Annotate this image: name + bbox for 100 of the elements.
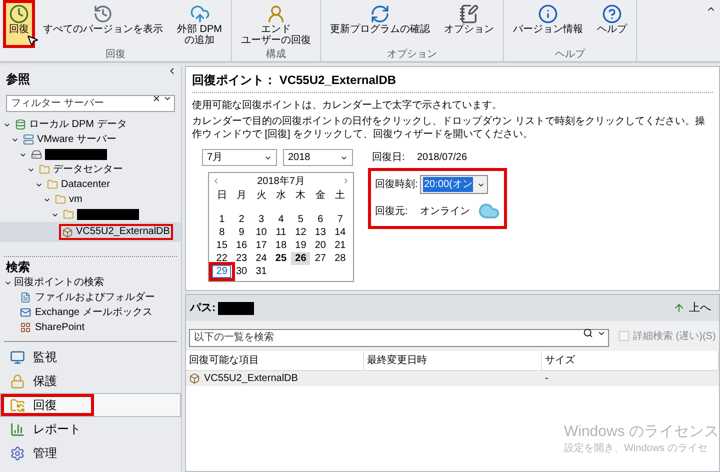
monitor-icon: [10, 350, 25, 364]
calendar-day[interactable]: 4: [271, 213, 290, 226]
group-label: オプション: [387, 49, 437, 60]
calendar-day[interactable]: 5: [291, 213, 310, 226]
dropdown-icon[interactable]: [597, 329, 606, 338]
filter-field[interactable]: フィルター サーバー: [6, 95, 175, 112]
ribbon-button[interactable]: エンド ユーザーの回復: [235, 0, 317, 48]
calendar-day[interactable]: 29: [212, 265, 232, 278]
panel-title: 回復ポイント： VC55U2_ExternalDB: [192, 67, 713, 93]
calendar-day[interactable]: 20: [310, 239, 330, 252]
ribbon-button[interactable]: 更新プログラムの確認: [324, 0, 436, 48]
calendar-day[interactable]: 18: [271, 239, 290, 252]
calendar-day[interactable]: 25: [271, 252, 290, 265]
cloud-icon: [190, 4, 210, 24]
dropdown-icon[interactable]: [163, 94, 172, 103]
column-header[interactable]: 回復可能な項目: [186, 351, 364, 370]
calendar-day[interactable]: 17: [252, 239, 271, 252]
nav-item[interactable]: 監視: [0, 345, 181, 369]
search-field[interactable]: 以下の一覧を検索: [189, 328, 609, 346]
table-cell-text: -: [544, 372, 550, 386]
activation-notice: Windows のライセンス: [564, 423, 719, 441]
calendar-day[interactable]: 12: [291, 226, 310, 239]
database-icon: [15, 119, 26, 130]
weekday-label: 月: [236, 189, 248, 203]
calendar-day[interactable]: 2: [232, 213, 252, 226]
calendar-day[interactable]: 1: [212, 213, 232, 226]
calendar-day[interactable]: 23: [232, 252, 252, 265]
calendar-day[interactable]: 13: [310, 226, 330, 239]
calendar-day[interactable]: 31: [252, 265, 271, 278]
calendar-day[interactable]: 19: [291, 239, 310, 252]
gear-icon: [10, 446, 25, 460]
clock-icon: [9, 4, 29, 24]
calendar-day[interactable]: 14: [330, 226, 350, 239]
calendar-day[interactable]: 26: [291, 252, 310, 265]
nav-item[interactable]: 回復: [0, 393, 181, 417]
calendar-day[interactable]: 28: [330, 252, 350, 265]
calendar-day[interactable]: 3: [252, 213, 271, 226]
previous-icon[interactable]: [212, 177, 220, 185]
column-header[interactable]: サイズ: [542, 351, 719, 370]
calendar-day[interactable]: 27: [310, 252, 330, 265]
mail-icon: [20, 307, 31, 318]
recovery-source: オンライン: [420, 204, 470, 218]
calendar-day[interactable]: 11: [271, 226, 290, 239]
tree-item[interactable]: vm: [69, 194, 82, 206]
calendar-day[interactable]: 24: [252, 252, 271, 265]
tree-row-highlight[interactable]: VC55U2_ExternalDB: [0, 222, 181, 242]
calendar-day[interactable]: 9: [232, 226, 252, 239]
up-button[interactable]: 上へ: [673, 300, 715, 316]
column-header[interactable]: 最終変更日時: [364, 351, 542, 370]
calendar-day[interactable]: 16: [232, 239, 252, 252]
calendar-day[interactable]: 30: [232, 265, 252, 278]
clear-icon[interactable]: [152, 94, 161, 103]
time-select[interactable]: 20:00(オン: [420, 175, 488, 194]
calendar-day[interactable]: 6: [310, 213, 330, 226]
folder-icon: [55, 194, 66, 205]
tree-item[interactable]: VMware サーバー: [37, 134, 116, 146]
tree-item[interactable]: ローカル DPM データ: [29, 118, 127, 130]
tree-item[interactable]: 回復ポイントの検索: [14, 275, 104, 290]
calendar-day[interactable]: 22: [212, 252, 232, 265]
info-icon: [538, 4, 558, 24]
nav-item[interactable]: レポート: [0, 417, 181, 441]
year-select[interactable]: 2018: [283, 149, 353, 166]
ribbon-button[interactable]: オプション: [438, 0, 500, 48]
table-row[interactable]: VC55U2_ExternalDB -: [186, 371, 719, 386]
path-label: パス:: [190, 300, 216, 316]
calendar-day[interactable]: 10: [252, 226, 271, 239]
tree-item[interactable]: Exchange メールボックス: [35, 305, 152, 320]
up-arrow-icon: [673, 302, 685, 314]
calendar-day[interactable]: 15: [212, 239, 232, 252]
nav-item[interactable]: 保護: [0, 369, 181, 393]
ribbon-button[interactable]: 回復: [3, 0, 35, 48]
lock-icon: [10, 374, 25, 388]
tree-item[interactable]: Datacenter: [61, 178, 110, 190]
section-title: 参照: [6, 72, 30, 86]
calendar-day[interactable]: 21: [330, 239, 350, 252]
nav-item[interactable]: 管理: [0, 441, 181, 465]
table-cell: VC55U2_ExternalDB: [186, 371, 364, 386]
calendar-day[interactable]: 7: [330, 213, 350, 226]
tree-item[interactable]: データセンター: [53, 164, 123, 176]
weekday-label: 水: [274, 189, 287, 203]
ribbon-button[interactable]: ヘルプ: [591, 0, 633, 48]
folder-icon: [10, 398, 25, 412]
tree-item[interactable]: ファイルおよびフォルダー: [35, 290, 155, 305]
ribbon-button[interactable]: 外部 DPM の追加: [171, 0, 228, 48]
ribbon-button[interactable]: バージョン情報: [507, 0, 589, 48]
weekday-label: 土: [334, 189, 346, 203]
instruction-text: 使用可能な回復ポイントは、カレンダー上で太字で示されています。: [192, 99, 503, 112]
tree-item[interactable]: SharePoint: [35, 320, 84, 335]
next-icon[interactable]: [342, 177, 350, 185]
folder-icon: [47, 179, 58, 190]
clock-icon: [93, 4, 113, 24]
search-icon[interactable]: [583, 328, 593, 338]
field-label: 回復日:: [372, 151, 406, 165]
section-title: 検索: [6, 260, 30, 275]
month-select[interactable]: 7月: [202, 149, 277, 166]
folder-icon: [63, 209, 74, 220]
notepad-icon: [459, 4, 479, 24]
calendar-day[interactable]: 8: [212, 226, 232, 239]
calendar-title: 2018年7月: [257, 174, 305, 188]
ribbon-button[interactable]: すべてのバージョンを表示: [37, 0, 169, 48]
